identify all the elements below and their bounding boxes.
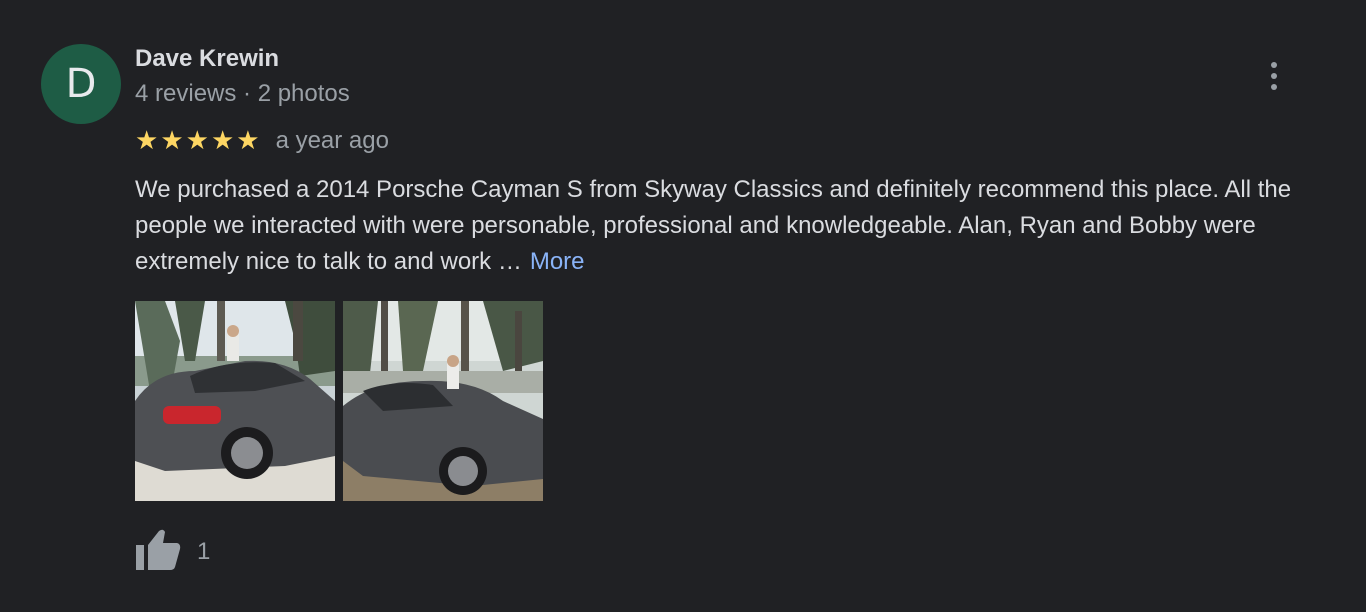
avatar[interactable]: D — [41, 44, 121, 124]
more-link[interactable]: More — [530, 248, 585, 275]
review-text: We purchased a 2014 Porsche Cayman S fro… — [135, 176, 1292, 275]
like-count: 1 — [197, 538, 211, 565]
star-icon: ★ — [210, 126, 235, 156]
more-vert-icon-dot — [1271, 73, 1277, 79]
more-vert-icon-dot — [1271, 84, 1277, 90]
avatar-initial: D — [65, 61, 97, 107]
like-row: 1 — [135, 528, 210, 576]
thumb-up-icon — [135, 529, 181, 576]
star-icon: ★ — [185, 126, 209, 156]
star-rating: ★ ★ ★ ★ ★ — [135, 128, 260, 154]
more-vert-icon — [1271, 62, 1277, 68]
more-options-button[interactable] — [1256, 58, 1292, 94]
review-date: a year ago — [275, 127, 389, 154]
review-text-block: We purchased a 2014 Porsche Cayman S fro… — [135, 172, 1325, 280]
author-meta[interactable]: 4 reviews · 2 photos — [135, 80, 350, 108]
like-button[interactable] — [135, 528, 183, 576]
star-icon: ★ — [236, 126, 260, 156]
review-photo-1[interactable] — [135, 301, 335, 501]
review-photo-2[interactable] — [343, 301, 543, 501]
rating-row: ★ ★ ★ ★ ★ a year ago — [135, 124, 389, 158]
author-name[interactable]: Dave Krewin — [135, 45, 279, 73]
star-icon: ★ — [160, 126, 184, 156]
star-icon: ★ — [135, 126, 159, 156]
review-photos — [135, 301, 543, 501]
review-card: D Dave Krewin 4 reviews · 2 photos ★ ★ ★… — [0, 0, 1366, 612]
